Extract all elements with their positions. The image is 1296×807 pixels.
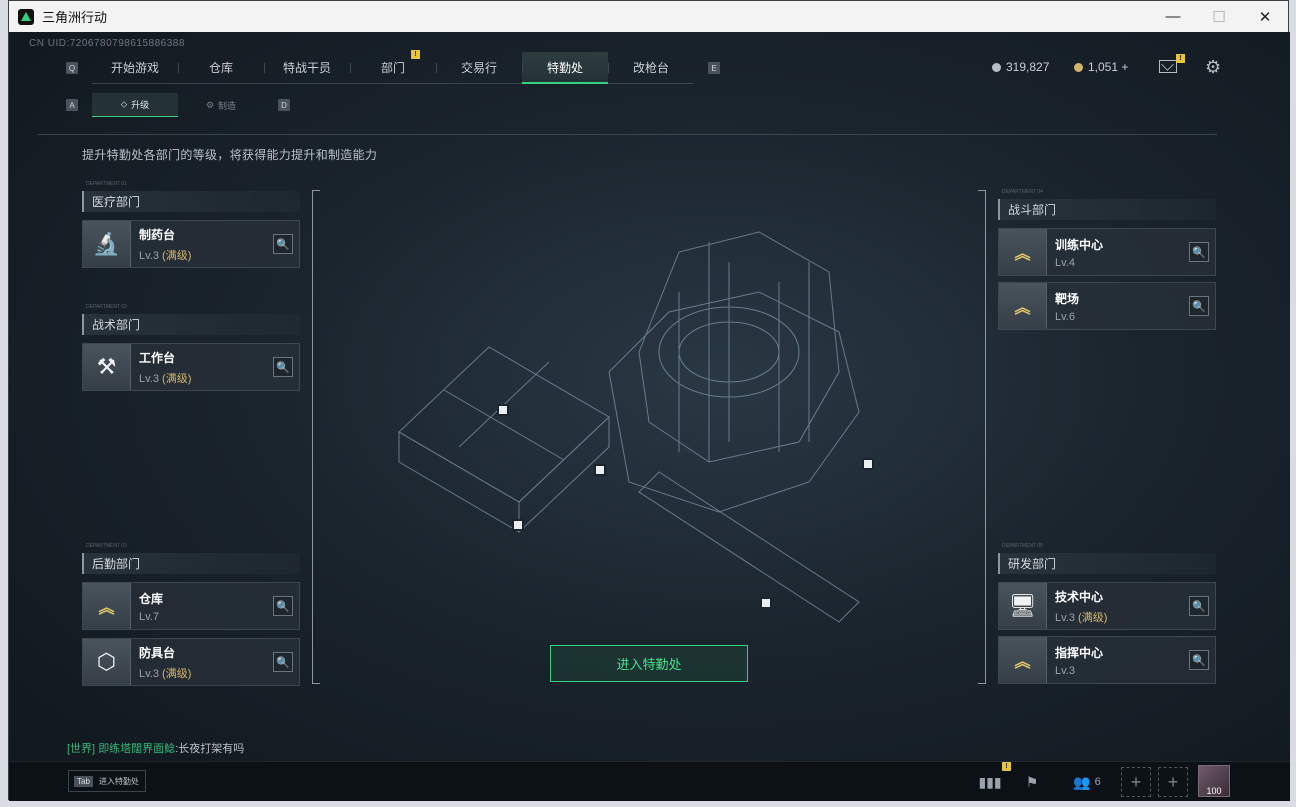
dept-header: DEPARTMENT 01 医疗部门 [82,181,300,212]
tab-craft[interactable]: ⚙ 制造 [178,93,264,117]
dept-header: DEPARTMENT 03 后勤部门 [82,543,300,574]
tab-department[interactable]: 部门! [350,50,436,84]
page-description: 提升特勤处各部门的等级，将获得能力提升和制造能力 [82,148,378,162]
bottom-bar: Tab 进入特勤处 ▮▮▮! ⚑ 👥 6 + + 100 [9,761,1290,801]
close-button[interactable]: ✕ [1242,1,1288,32]
flag-icon[interactable]: ⚑ [1021,769,1043,795]
tab-operators[interactable]: 特战干员 [264,52,350,84]
tab-trading[interactable]: 交易行 [436,52,522,84]
dept-logistics: DEPARTMENT 03 后勤部门 ︽ 仓库 Lv.7 🔍 ⬡ 防具台 Lv.3 (… [82,543,300,686]
cubes-icon: ⬡ [83,639,131,685]
monitor-icon: 🖥 [999,583,1047,629]
search-icon[interactable]: 🔍 [1189,650,1209,670]
tab-shortcut-hint[interactable]: Tab 进入特勤处 [68,770,146,792]
window-title: 三角洲行动 [42,10,108,25]
key-hint-a: A [66,99,78,111]
tab-warehouse[interactable]: 仓库 [178,52,264,84]
divider [37,134,1217,135]
minimize-button[interactable]: — [1150,1,1196,32]
key-hint-d: D [278,99,290,111]
delta-force-logo-icon [18,8,34,25]
search-icon[interactable]: 🔍 [273,357,293,377]
dept-tactical: DEPARTMENT 02 战术部门 ⚒ 工作台 Lv.3 (满级) 🔍 [82,304,300,391]
facility-card-warehouse[interactable]: ︽ 仓库 Lv.7 🔍 [82,582,300,630]
key-hint-q: Q [66,62,78,74]
upgrade-icon: ⬦ [120,99,128,109]
add-teammate-button-2[interactable]: + [1158,767,1188,797]
avatar[interactable]: 100 [1198,765,1230,797]
game-window: 三角洲行动 — ☐ ✕ CN UID:7206780798615886388 Q… [8,0,1290,801]
dept-research: DEPARTMENT 05 研发部门 🖥 技术中心 Lv.3 (满级) 🔍 ︽ 指挥… [998,543,1216,684]
enter-special-ops-button[interactable]: 进入特勤处 [550,645,748,682]
friends-button[interactable]: 👥 6 [1069,769,1105,795]
search-icon[interactable]: 🔍 [1189,596,1209,616]
stats-badge: ! [1002,762,1011,771]
silver-currency: 319,827 [992,60,1049,74]
facility-card-tech-center[interactable]: 🖥 技术中心 Lv.3 (满级) 🔍 [998,582,1216,630]
title-bar: 三角洲行动 — ☐ ✕ [9,1,1288,32]
maximize-button[interactable]: ☐ [1196,1,1242,32]
tab-gunsmith[interactable]: 改枪台 [608,52,694,84]
facility-card-shooting-range[interactable]: ︽ 靶场 Lv.6 🔍 [998,282,1216,330]
main-nav: Q 开始游戏 仓库 特战干员 部门! 交易行 特勤处 改枪台 E [66,50,720,84]
gear-icon[interactable]: ⚙ [1205,57,1221,78]
mail-icon[interactable]: ! [1159,54,1185,73]
chat-line[interactable]: [世界] 即练塔闊界面鲶:长夜打架有吗 [67,740,244,756]
player-uid: CN UID:7206780798615886388 [29,38,185,49]
command-rank-icon: ︽ [999,637,1047,683]
right-frame-bracket [978,190,986,684]
search-icon[interactable]: 🔍 [273,596,293,616]
gold-coin-icon [1074,62,1083,72]
silver-coin-icon [992,62,1001,72]
search-icon[interactable]: 🔍 [1189,296,1209,316]
add-teammate-button[interactable]: + [1121,767,1151,797]
range-rank-icon: ︽ [999,283,1047,329]
facility-blueprint [398,231,874,623]
left-frame-bracket [312,190,320,684]
search-icon[interactable]: 🔍 [273,652,293,672]
facility-card-training-center[interactable]: ︽ 训练中心 Lv.4 🔍 [998,228,1216,276]
dept-medical: DEPARTMENT 01 医疗部门 🔬 制药台 Lv.3 (满级) 🔍 [82,181,300,268]
gold-currency[interactable]: 1,051 + [1074,60,1128,74]
tab-start-game[interactable]: 开始游戏 [92,52,178,84]
game-viewport: CN UID:7206780798615886388 Q 开始游戏 仓库 特战干… [9,32,1290,801]
search-icon[interactable]: 🔍 [1189,242,1209,262]
facility-card-pharmacy[interactable]: 🔬 制药台 Lv.3 (满级) 🔍 [82,220,300,268]
notification-badge: ! [411,50,420,59]
key-hint-e: E [708,62,720,74]
tab-special-ops[interactable]: 特勤处 [522,52,608,84]
dept-header: DEPARTMENT 02 战术部门 [82,304,300,335]
sub-nav: A ⬦ 升级 ⚙ 制造 D [66,93,290,117]
facility-card-armor-bench[interactable]: ⬡ 防具台 Lv.3 (满级) 🔍 [82,638,300,686]
training-rank-icon: ︽ [999,229,1047,275]
dept-combat: DEPARTMENT 04 战斗部门 ︽ 训练中心 Lv.4 🔍 ︽ 靶场 Lv.6 … [998,189,1216,330]
mail-badge: ! [1176,54,1185,63]
facility-card-workbench[interactable]: ⚒ 工作台 Lv.3 (满级) 🔍 [82,343,300,391]
microscope-icon: 🔬 [83,221,131,267]
friends-icon: 👥 [1073,773,1091,790]
facility-card-command-center[interactable]: ︽ 指挥中心 Lv.3 🔍 [998,636,1216,684]
tools-icon: ⚒ [83,344,131,390]
stats-icon[interactable]: ▮▮▮! [978,762,1011,795]
chevron-rank-icon: ︽ [83,583,131,629]
search-icon[interactable]: 🔍 [273,234,293,254]
tab-upgrade[interactable]: ⬦ 升级 [92,93,178,117]
dept-header: DEPARTMENT 04 战斗部门 [998,189,1216,220]
dept-header: DEPARTMENT 05 研发部门 [998,543,1216,574]
craft-icon: ⚙ [205,99,215,110]
